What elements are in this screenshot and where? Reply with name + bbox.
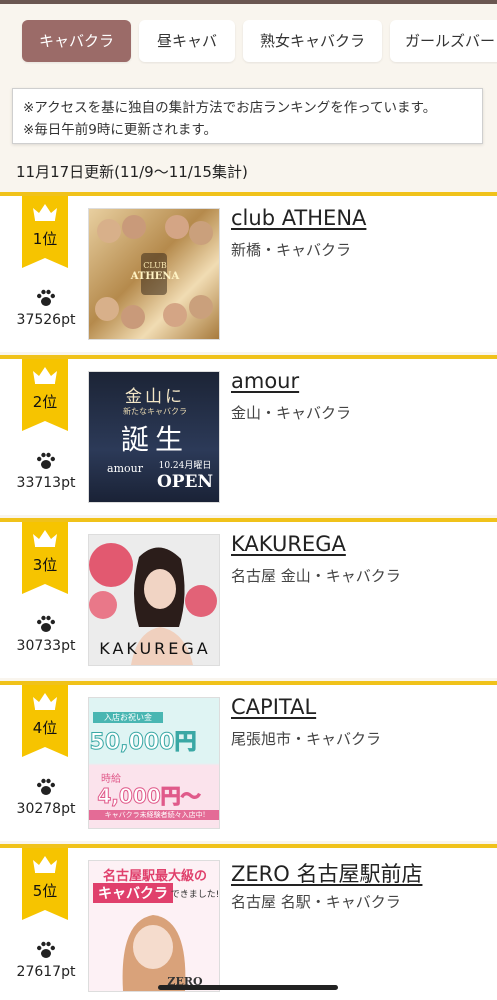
- shop-image-text: OPEN: [156, 472, 214, 492]
- shop-area-category: 名古屋 名駅・キャバクラ: [231, 893, 401, 911]
- ranking-item[interactable]: 4位 30278pt 入店お祝い金 50,000円 時給 4,000円〜 キャバ…: [0, 681, 497, 841]
- points-value: 30278pt: [16, 801, 76, 817]
- shop-image-text: 誕生: [120, 423, 189, 456]
- shop-name-link[interactable]: amour: [231, 369, 299, 393]
- ranking-item[interactable]: 1位 37526pt CLUB ATHENA club ATHENA 新橋・キャ…: [0, 192, 497, 352]
- shop-image[interactable]: 金山に 新たなキャバクラ 誕生 amour 10.24月曜日 OPEN: [88, 371, 220, 503]
- shop-image-text: 金山に: [125, 387, 185, 407]
- shop-area-category: 名古屋 金山・キャバクラ: [231, 567, 401, 585]
- shop-image-text: KAKUREGA: [99, 639, 211, 658]
- crown-icon: [33, 856, 57, 873]
- crown-icon: [33, 367, 57, 384]
- shop-name-link[interactable]: club ATHENA: [231, 206, 366, 230]
- rank-number: 2位: [32, 393, 58, 411]
- tab-daytime-cabaret[interactable]: 昼キャバ: [139, 20, 235, 62]
- rank-badge: 4位: [22, 685, 68, 757]
- rank-number: 5位: [32, 882, 58, 900]
- tab-mature-cabaret[interactable]: 熟女キャバクラ: [243, 20, 382, 62]
- shop-image[interactable]: 入店お祝い金 50,000円 時給 4,000円〜 キャバクラ未経験者続々入店中…: [88, 697, 220, 829]
- update-date: 11月17日更新(11/9〜11/15集計): [16, 163, 248, 181]
- notice-line-2: ※毎日午前9時に更新されます。: [23, 122, 218, 138]
- points-value: 27617pt: [16, 964, 76, 980]
- shop-image-text: 4,000円〜: [97, 784, 201, 809]
- crown-icon: [33, 530, 57, 547]
- rank-badge: 3位: [22, 522, 68, 594]
- paw-icon: [37, 452, 55, 469]
- ranking-item[interactable]: 5位 27617pt 名古屋駅最大級の キャバクラ できました! ZERO ZE…: [0, 844, 497, 1000]
- tab-girls-bar[interactable]: ガールズバー: [390, 20, 497, 62]
- shop-name-link[interactable]: CAPITAL: [231, 695, 316, 719]
- shop-image-text: 10.24月曜日: [158, 461, 212, 471]
- shop-image-text: キャバクラ未経験者続々入店中!: [89, 810, 219, 820]
- points-value: 37526pt: [16, 312, 76, 328]
- home-indicator: [158, 985, 338, 990]
- shop-name-link[interactable]: ZERO 名古屋駅前店: [231, 858, 422, 888]
- top-border: [0, 0, 497, 4]
- shop-image-text: CLUB: [143, 261, 167, 270]
- shop-image-text: 入店お祝い金: [93, 712, 163, 723]
- ranking-item[interactable]: 3位 30733pt KAKUREGA KAKUREGA 名古屋 金山・キャバク…: [0, 518, 497, 678]
- points-value: 33713pt: [16, 475, 76, 491]
- paw-icon: [37, 941, 55, 958]
- tab-cabaret[interactable]: キャバクラ: [22, 20, 131, 62]
- paw-icon: [37, 615, 55, 632]
- shop-area-category: 新橋・キャバクラ: [231, 241, 352, 259]
- shop-image[interactable]: 名古屋駅最大級の キャバクラ できました! ZERO: [88, 860, 220, 992]
- shop-image-text: 名古屋駅最大級の: [102, 869, 207, 884]
- rank-number: 3位: [32, 556, 58, 574]
- ranking-item[interactable]: 2位 33713pt 金山に 新たなキャバクラ 誕生 amour 10.24月曜…: [0, 355, 497, 515]
- shop-area-category: 金山・キャバクラ: [231, 404, 352, 422]
- rank-badge: 1位: [22, 196, 68, 268]
- notice-line-1: ※アクセスを基に独自の集計方法でお店ランキングを作っています。: [23, 100, 437, 116]
- ranking-notice: ※アクセスを基に独自の集計方法でお店ランキングを作っています。 ※毎日午前9時に…: [12, 88, 483, 144]
- crown-icon: [33, 204, 57, 221]
- category-tabs: キャバクラ 昼キャバ 熟女キャバクラ ガールズバー: [0, 20, 497, 64]
- points-value: 30733pt: [16, 638, 76, 654]
- shop-image-text: できました!: [170, 890, 220, 900]
- shop-image-text: 50,000円: [89, 730, 197, 756]
- rank-badge: 5位: [22, 848, 68, 920]
- shop-name-link[interactable]: KAKUREGA: [231, 532, 346, 556]
- shop-image[interactable]: KAKUREGA: [88, 534, 220, 666]
- crown-icon: [33, 693, 57, 710]
- rank-number: 4位: [32, 719, 58, 737]
- rank-number: 1位: [32, 230, 58, 248]
- shop-image-text: 新たなキャバクラ: [123, 407, 187, 416]
- shop-image[interactable]: CLUB ATHENA: [88, 208, 220, 340]
- paw-icon: [37, 289, 55, 306]
- shop-image-text: ATHENA: [130, 271, 180, 282]
- rank-badge: 2位: [22, 359, 68, 431]
- shop-area-category: 尾張旭市・キャバクラ: [231, 730, 382, 748]
- paw-icon: [37, 778, 55, 795]
